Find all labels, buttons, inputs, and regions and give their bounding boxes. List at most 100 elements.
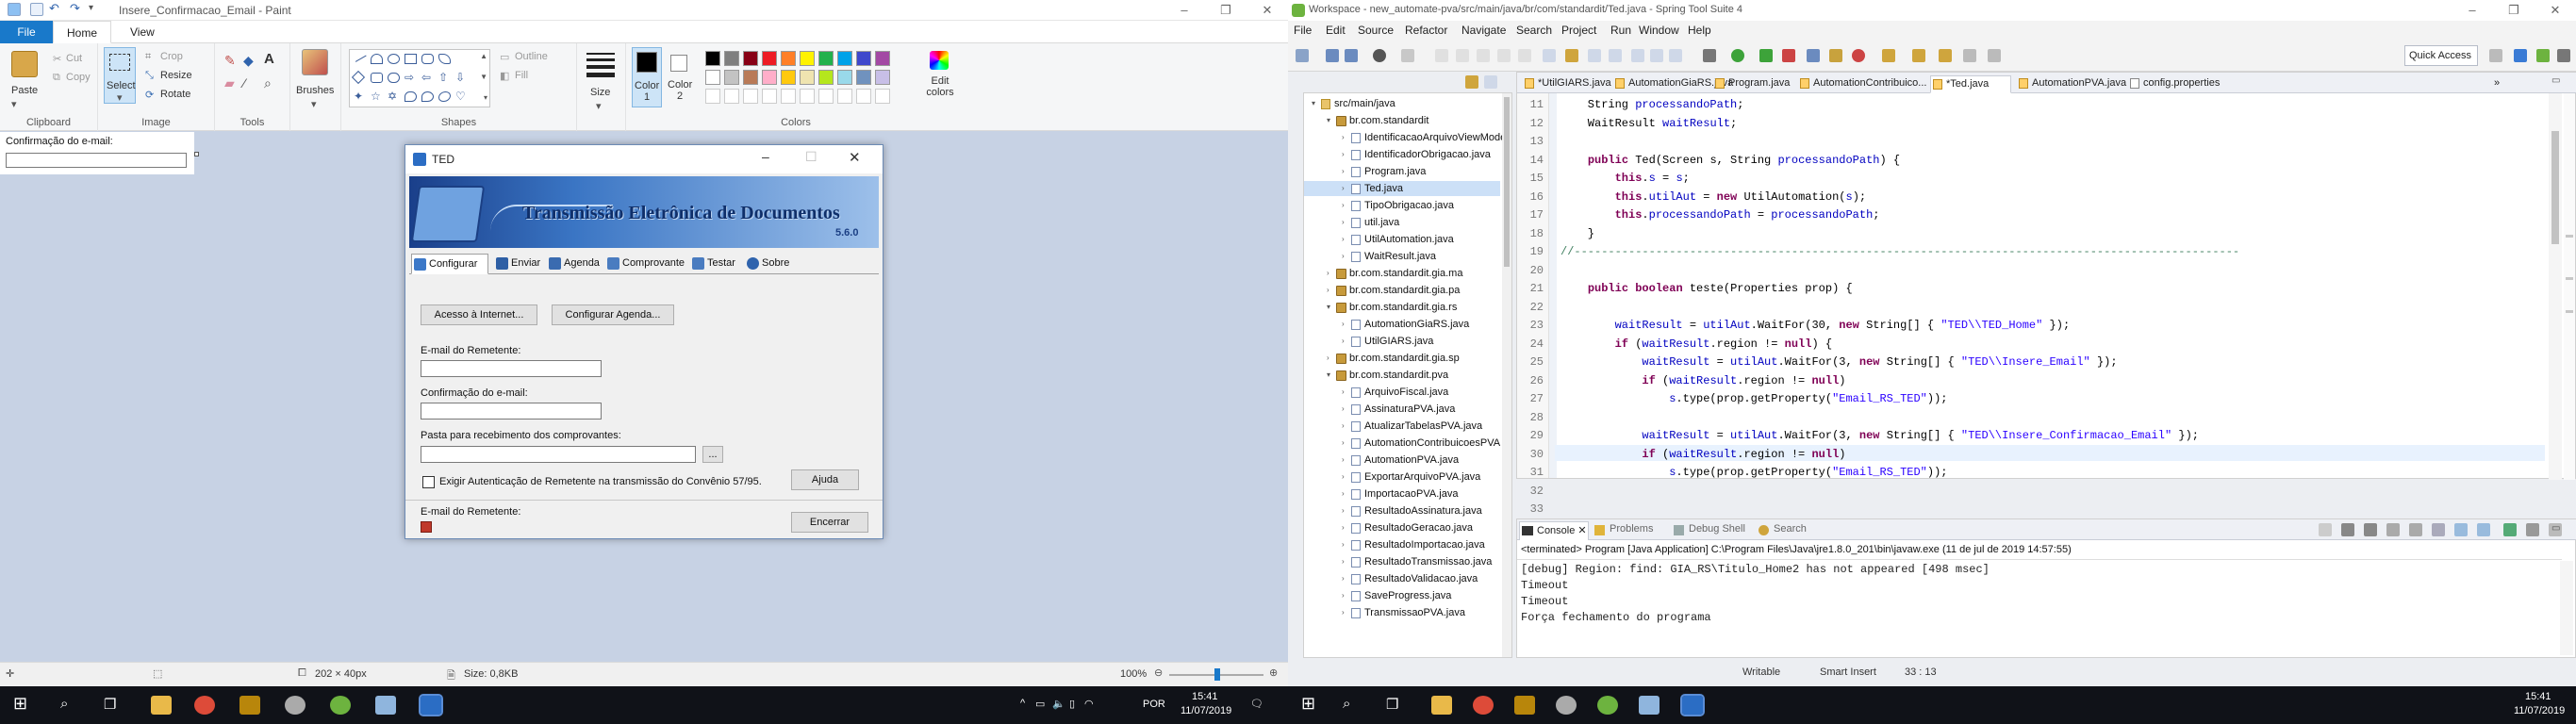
- editor-tab[interactable]: AutomationGiaRS.java: [1613, 75, 1733, 93]
- tree-file-item[interactable]: › TransmissaoPVA.java: [1304, 605, 1500, 620]
- prev-annotation-icon[interactable]: [1912, 49, 1925, 62]
- custom-color-slot[interactable]: [743, 89, 758, 104]
- tree-file-item[interactable]: › AssinaturaPVA.java: [1304, 402, 1500, 417]
- tab-configurar[interactable]: Configurar: [411, 254, 488, 274]
- code-line[interactable]: 14 public Ted(Screen s, String processan…: [1517, 153, 2576, 169]
- collapsed-arrow-icon[interactable]: ›: [1342, 503, 1345, 518]
- new-class-icon[interactable]: [1852, 49, 1865, 62]
- clock-date-right[interactable]: 11/07/2019: [2514, 705, 2565, 716]
- display-console-icon[interactable]: [2526, 523, 2539, 536]
- collapsed-arrow-icon[interactable]: ›: [1342, 554, 1345, 569]
- tree-file-item[interactable]: › ResultadoAssinatura.java: [1304, 503, 1500, 518]
- word-wrap-icon[interactable]: [1631, 49, 1644, 62]
- down-arrow-shape-icon[interactable]: ⇩: [455, 72, 468, 83]
- code-line[interactable]: 20: [1517, 263, 2576, 279]
- paint-minimize-button[interactable]: –: [1164, 0, 1205, 21]
- code-line[interactable]: 30 if (waitResult.region != null): [1517, 447, 2576, 463]
- tree-file-item[interactable]: › ResultadoGeracao.java: [1304, 520, 1500, 535]
- code-line[interactable]: 31 s.type(prop.getProperty("Email_RS_TED…: [1517, 465, 2576, 481]
- collapsed-arrow-icon[interactable]: ›: [1327, 351, 1329, 366]
- tree-file-item[interactable]: › ResultadoTransmissao.java: [1304, 554, 1500, 569]
- remove-all-icon[interactable]: [2364, 523, 2377, 536]
- remove-launch-icon[interactable]: [2341, 523, 2354, 536]
- tree-file-item[interactable]: › WaitResult.java: [1304, 249, 1500, 264]
- tab-file[interactable]: File: [0, 21, 53, 43]
- java-perspective-icon[interactable]: [2514, 49, 2527, 62]
- paint-image[interactable]: Confirmação do e-mail:: [0, 132, 194, 174]
- collapsed-arrow-icon[interactable]: ›: [1342, 486, 1345, 502]
- console-minimize-icon[interactable]: ▭: [2551, 523, 2560, 534]
- task-view-icon[interactable]: ❐: [104, 696, 116, 713]
- tab-view[interactable]: View: [117, 21, 168, 43]
- sender-email-field[interactable]: [421, 360, 602, 377]
- code-line[interactable]: 11 String processandoPath;: [1517, 97, 2576, 113]
- editor-minimize-icon[interactable]: ▭: [2551, 75, 2560, 86]
- editor-tab[interactable]: Program.java: [1713, 75, 1792, 93]
- save-icon[interactable]: [1326, 49, 1339, 62]
- oval-callout-shape-icon[interactable]: [421, 91, 434, 102]
- palette-swatch[interactable]: [800, 51, 815, 66]
- code-line[interactable]: 12 WaitResult waitResult;: [1517, 116, 2576, 132]
- ted-taskbar-icon[interactable]: [419, 694, 443, 716]
- palette-swatch[interactable]: [781, 70, 796, 85]
- code-line[interactable]: 21 public boolean teste(Properties prop)…: [1517, 281, 2576, 297]
- code-line[interactable]: 27 s.type(prop.getProperty("Email_RS_TED…: [1517, 391, 2576, 407]
- collapsed-arrow-icon[interactable]: ›: [1342, 520, 1345, 535]
- new-package-icon[interactable]: [1829, 49, 1842, 62]
- eclipse-close-button[interactable]: ✕: [2535, 0, 2576, 21]
- code-line[interactable]: 19 //------------------------------------…: [1517, 244, 2576, 260]
- left-arrow-shape-icon[interactable]: ⇦: [421, 72, 434, 83]
- triangle-shape-icon[interactable]: [455, 54, 469, 64]
- pin-console-icon[interactable]: [2503, 523, 2517, 536]
- star-four-shape-icon[interactable]: ✦: [354, 90, 366, 102]
- canvas-resize-handle[interactable]: [194, 152, 199, 156]
- text-tool-icon[interactable]: A: [264, 51, 274, 67]
- brush-icon[interactable]: [302, 49, 328, 75]
- tab-testar[interactable]: Testar: [690, 254, 735, 274]
- task-view-icon[interactable]: ❐: [1386, 696, 1398, 713]
- menu-file[interactable]: File: [1294, 24, 1312, 37]
- edit-colors-button[interactable]: Edit colors: [920, 47, 958, 107]
- tree-file-item[interactable]: › IdentificacaoArquivoViewModel: [1304, 130, 1509, 145]
- tree-file-item[interactable]: › Ted.java: [1304, 181, 1500, 196]
- paste-button[interactable]: Paste: [11, 85, 38, 96]
- cut-button[interactable]: Cut: [66, 53, 82, 64]
- tree-file-item[interactable]: › UtilGIARS.java: [1304, 334, 1500, 349]
- code-line[interactable]: 29 waitResult = utilAut.WaitFor(3, new S…: [1517, 428, 2576, 444]
- palette-swatch[interactable]: [705, 51, 720, 66]
- undo-icon[interactable]: ↶: [49, 2, 62, 16]
- tree-file-item[interactable]: › util.java: [1304, 215, 1500, 230]
- palette-swatch[interactable]: [743, 51, 758, 66]
- collapsed-arrow-icon[interactable]: ›: [1342, 317, 1345, 332]
- toggle-mark-icon[interactable]: [1543, 49, 1556, 62]
- palette-swatch[interactable]: [856, 70, 871, 85]
- clock-date-left[interactable]: 11/07/2019: [1181, 705, 1231, 716]
- star-five-shape-icon[interactable]: ☆: [371, 90, 383, 102]
- block-selection-icon[interactable]: [1650, 49, 1663, 62]
- eraser-icon[interactable]: ▰: [224, 75, 235, 91]
- eclipse-minimize-button[interactable]: –: [2452, 0, 2493, 21]
- app-icon[interactable]: [239, 696, 260, 715]
- star-six-shape-icon[interactable]: ✡: [388, 90, 400, 102]
- tree-file-item[interactable]: › AutomationGiaRS.java: [1304, 317, 1500, 332]
- tree-package-item[interactable]: ▾ br.com.standardit: [1304, 113, 1500, 128]
- custom-color-slot[interactable]: [762, 89, 777, 104]
- tree-package-item[interactable]: › br.com.standardit.gia.sp: [1304, 351, 1500, 366]
- zoom-in-icon[interactable]: ⊕: [1269, 666, 1278, 679]
- tree-file-item[interactable]: › AutomationPVA.java: [1304, 452, 1500, 468]
- terminate-console-icon[interactable]: [2319, 523, 2332, 536]
- collapse-all-icon[interactable]: [1465, 75, 1478, 89]
- pencil-icon[interactable]: ✎: [224, 53, 236, 69]
- tree-file-item[interactable]: › Program.java: [1304, 164, 1500, 179]
- tool-icon[interactable]: [285, 696, 305, 715]
- customize-qat-icon[interactable]: ▾: [89, 3, 102, 16]
- tree-file-item[interactable]: › ArquivoFiscal.java: [1304, 385, 1500, 400]
- collapsed-arrow-icon[interactable]: ›: [1342, 588, 1345, 603]
- coverage-icon[interactable]: [1759, 49, 1773, 62]
- clock-time-right[interactable]: 15:41: [2525, 691, 2551, 702]
- collapsed-arrow-icon[interactable]: ›: [1342, 605, 1345, 620]
- heart-shape-icon[interactable]: ♡: [455, 90, 468, 102]
- code-line[interactable]: 23 waitResult = utilAut.WaitFor(30, new …: [1517, 318, 2576, 334]
- collapsed-arrow-icon[interactable]: ›: [1342, 198, 1345, 213]
- code-line[interactable]: 17 this.processandoPath = processandoPat…: [1517, 207, 2576, 223]
